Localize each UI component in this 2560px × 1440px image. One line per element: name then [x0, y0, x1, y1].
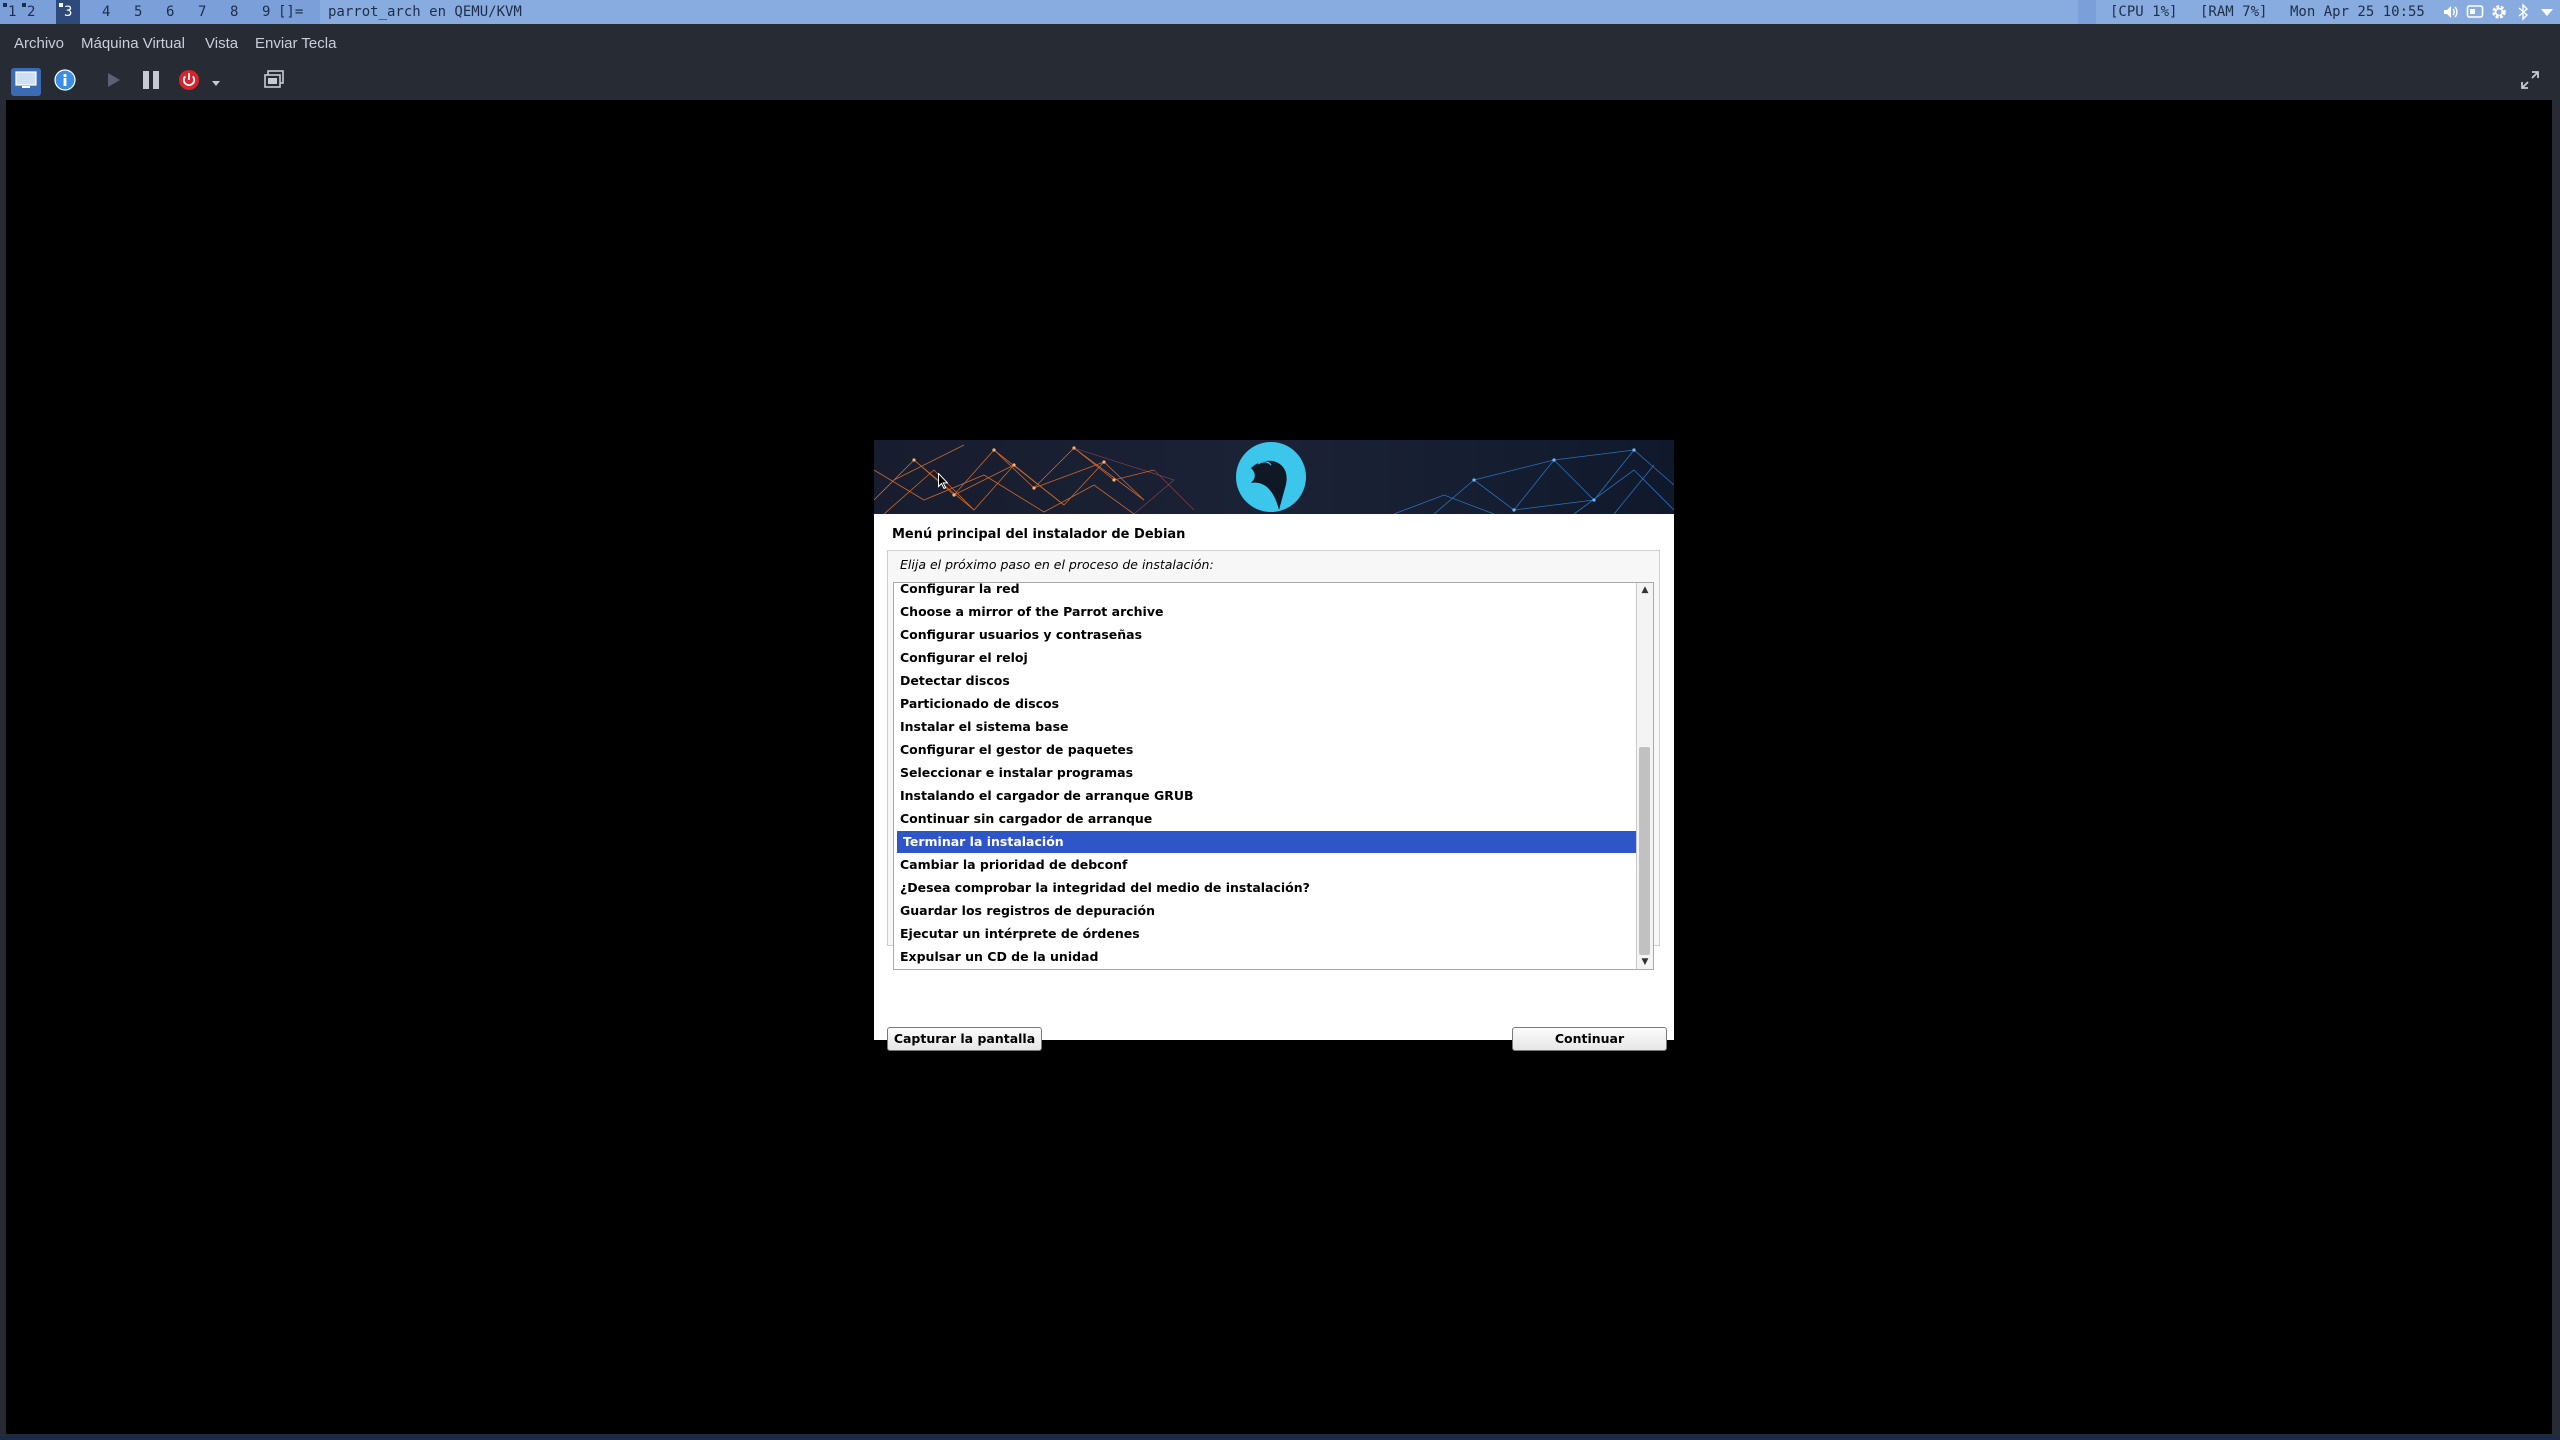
top-status-bar: 12 3 4 5 6 7 8 9 []= parrot_arch en QEMU/KVM [C… — [0, 0, 2560, 24]
workspace-8[interactable]: 8 — [222, 0, 246, 24]
list-item[interactable]: Expulsar un CD de la unidad — [894, 946, 1630, 968]
mouse-cursor-icon — [938, 472, 949, 490]
scroll-up-arrow-icon[interactable]: ▲ — [1640, 584, 1650, 596]
list-item[interactable]: Configurar usuarios y contraseñas — [894, 624, 1630, 646]
details-button[interactable] — [50, 68, 80, 96]
desktop-strip — [0, 1436, 2560, 1440]
installer-title: Menú principal del instalador de Debian — [892, 527, 1186, 542]
workspace-label: 6 — [166, 4, 175, 20]
workspace-3[interactable]: 3 — [56, 0, 81, 24]
settings-gear-icon[interactable] — [2490, 3, 2508, 21]
window-title: parrot_arch en QEMU/KVM — [320, 0, 2078, 24]
snapshots-button[interactable] — [259, 68, 289, 96]
parrot-logo-icon — [1236, 442, 1306, 512]
workspace-occupied-indicator — [59, 3, 63, 7]
menu-archivo[interactable]: Archivo — [14, 24, 64, 64]
workspace-label: 9 — [262, 4, 271, 20]
run-button[interactable] — [98, 68, 128, 96]
toolbar — [0, 64, 2560, 100]
list-item[interactable]: Configurar la red — [894, 583, 1630, 600]
continue-button[interactable]: Continuar — [1512, 1027, 1667, 1051]
power-off-button[interactable] — [174, 68, 204, 96]
layout-indicator[interactable]: []= — [278, 0, 303, 24]
run-play-icon — [104, 71, 122, 93]
list-item[interactable]: Guardar los registros de depuración — [894, 900, 1630, 922]
workspace-9[interactable]: 9 — [254, 0, 278, 24]
list-item[interactable]: Configurar el reloj — [894, 647, 1630, 669]
list-item[interactable]: Seleccionar e instalar programas — [894, 762, 1630, 784]
screenshot-button[interactable]: Capturar la pantalla — [887, 1027, 1042, 1051]
list-item[interactable]: Continuar sin cargador de arranque — [894, 808, 1630, 830]
console-view-button[interactable] — [11, 68, 41, 96]
workspace-4[interactable]: 4 — [94, 0, 118, 24]
list-item[interactable]: ¿Desea comprobar la integridad del medio… — [894, 877, 1630, 899]
workspace-7[interactable]: 7 — [190, 0, 214, 24]
pause-icon — [141, 70, 161, 94]
cpu-usage: [CPU 1%] — [2110, 4, 2178, 20]
bluetooth-icon[interactable] — [2514, 3, 2532, 21]
workspace-label: 2 — [27, 4, 36, 20]
menu-maquina-virtual[interactable]: Máquina Virtual — [81, 24, 185, 64]
menu-enviar-tecla[interactable]: Enviar Tecla — [255, 24, 336, 64]
console-view-icon — [15, 71, 37, 93]
workspace-occupied-indicator — [3, 3, 7, 7]
installer-prompt: Elija el próximo paso en el proceso de i… — [900, 557, 1214, 572]
dropdown-arrow-icon[interactable] — [2538, 3, 2556, 21]
status-area: [CPU 1%] [RAM 7%] Mon Apr 25 10:55 — [2096, 0, 2560, 24]
workspace-occupied-indicator — [22, 3, 26, 7]
banner-network-art — [874, 442, 1674, 514]
list-item[interactable]: Particionado de discos — [894, 693, 1630, 715]
list-item[interactable]: Configurar el gestor de paquetes — [894, 739, 1630, 761]
scrollbar-thumb[interactable] — [1639, 747, 1650, 955]
list-item[interactable]: Detectar discos — [894, 670, 1630, 692]
clock: Mon Apr 25 10:55 — [2290, 4, 2425, 20]
pause-button[interactable] — [136, 68, 166, 96]
power-off-icon — [178, 69, 200, 95]
list-item[interactable]: Instalando el cargador de arranque GRUB — [894, 785, 1630, 807]
list-scrollbar[interactable]: ▲ ▼ — [1636, 583, 1653, 969]
debian-installer-window: Menú principal del instalador de Debian … — [874, 440, 1674, 1051]
list-item[interactable]: Instalar el sistema base — [894, 716, 1630, 738]
fullscreen-button[interactable] — [2515, 68, 2545, 96]
list-item[interactable]: Choose a mirror of the Parrot archive — [894, 601, 1630, 623]
workspace-label: 4 — [102, 4, 111, 20]
details-info-icon — [54, 69, 76, 95]
dropdown-arrow-icon — [211, 73, 221, 92]
scrollbar-track[interactable] — [1639, 597, 1650, 955]
list-item[interactable]: Cambiar la prioridad de debconf — [894, 854, 1630, 876]
workspace-label: 8 — [230, 4, 239, 20]
parrot-banner — [874, 440, 1674, 514]
workspace-6[interactable]: 6 — [158, 0, 182, 24]
menu-vista[interactable]: Vista — [205, 24, 238, 64]
workspace-2[interactable]: 2 — [19, 0, 43, 24]
workspace-5[interactable]: 5 — [126, 0, 150, 24]
display-icon[interactable] — [2466, 3, 2484, 21]
snapshots-icon — [263, 70, 285, 94]
list-item[interactable]: Terminar la instalación — [897, 831, 1637, 853]
workspace-label: 5 — [134, 4, 143, 20]
workspace-label: 1 — [8, 4, 17, 20]
fullscreen-icon — [2520, 70, 2540, 94]
ram-usage: [RAM 7%] — [2200, 4, 2268, 20]
volume-icon[interactable] — [2442, 3, 2460, 21]
workspace-label: 3 — [64, 4, 73, 20]
workspace-label: 7 — [198, 4, 207, 20]
list-item[interactable]: Ejecutar un intérprete de órdenes — [894, 923, 1630, 945]
menu-frame: Elija el próximo paso en el proceso de i… — [887, 550, 1660, 970]
installer-step-list[interactable]: Configurar la red Choose a mirror of the … — [893, 582, 1654, 970]
scroll-down-arrow-icon[interactable]: ▼ — [1640, 956, 1650, 968]
menu-bar: Archivo Máquina Virtual Vista Enviar Tec… — [0, 24, 2560, 64]
power-menu-button[interactable] — [209, 68, 223, 96]
